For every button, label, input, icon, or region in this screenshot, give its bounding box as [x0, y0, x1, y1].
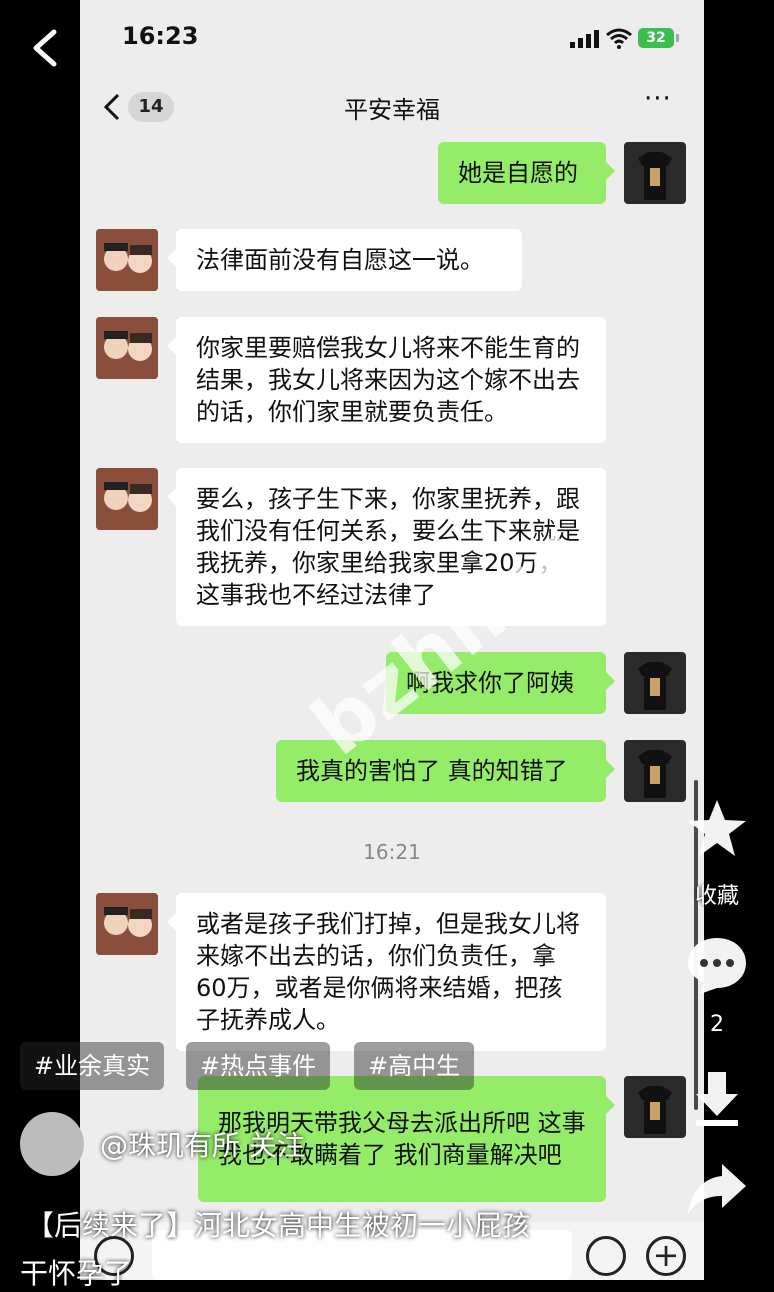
message-bubble-incoming[interactable]: 法律面前没有自愿这一说。 [167, 229, 522, 291]
share-icon[interactable] [684, 1156, 750, 1222]
battery-tip [676, 34, 679, 42]
author-name[interactable]: @珠玑有所 关注 [100, 1124, 305, 1164]
status-bar: 16:23 32 [80, 0, 704, 80]
signal-icon [570, 30, 599, 48]
video-caption: 【后续来了】河北女高中生被初一小屁孩 [26, 1209, 531, 1242]
contact-avatar[interactable] [96, 317, 158, 379]
wifi-icon [606, 28, 632, 49]
author-avatar[interactable] [20, 1112, 84, 1176]
hashtag[interactable]: #热点事件 [186, 1042, 331, 1090]
video-caption-line2: 干怀孕了 [20, 1257, 133, 1290]
chat-header: 14 平安幸福 ··· [80, 80, 704, 136]
message-bubble-incoming[interactable]: 或者是孩子我们打掉，但是我女儿将来嫁不出去的话，你们负责任，拿60万，或者是你俩… [167, 893, 606, 1051]
more-options-icon[interactable]: ··· [644, 86, 680, 114]
my-avatar[interactable] [624, 1076, 686, 1138]
status-time: 16:23 [122, 22, 199, 50]
battery-icon: 32 [638, 28, 674, 48]
comment-icon[interactable] [684, 932, 750, 998]
hashtag[interactable]: #业余真实 [20, 1042, 165, 1090]
contact-avatar[interactable] [96, 893, 158, 955]
chat-title: 平安幸福 [344, 96, 440, 124]
comment-count: 2 [710, 1012, 724, 1037]
contact-avatar[interactable] [96, 468, 158, 530]
message-timestamp: 16:21 [363, 840, 421, 864]
hashtag[interactable]: #高中生 [354, 1042, 475, 1090]
favorite-label: 收藏 [694, 884, 739, 909]
emoji-icon[interactable] [586, 1236, 626, 1276]
plus-icon[interactable]: + [646, 1236, 686, 1276]
my-avatar[interactable] [624, 740, 686, 802]
my-avatar[interactable] [624, 652, 686, 714]
message-bubble-outgoing[interactable]: 我真的害怕了 真的知错了 [276, 740, 615, 802]
download-icon[interactable] [684, 1066, 750, 1132]
my-avatar[interactable] [624, 142, 686, 204]
back-arrow-icon[interactable] [26, 26, 66, 70]
favorite-star-icon[interactable] [684, 796, 750, 862]
contact-avatar[interactable] [96, 229, 158, 291]
message-bubble-outgoing[interactable]: 她是自愿的 [438, 142, 615, 204]
message-bubble-incoming[interactable]: 你家里要赔偿我女儿将来不能生育的结果，我女儿将来因为这个嫁不出去的话，你们家里就… [167, 317, 606, 443]
